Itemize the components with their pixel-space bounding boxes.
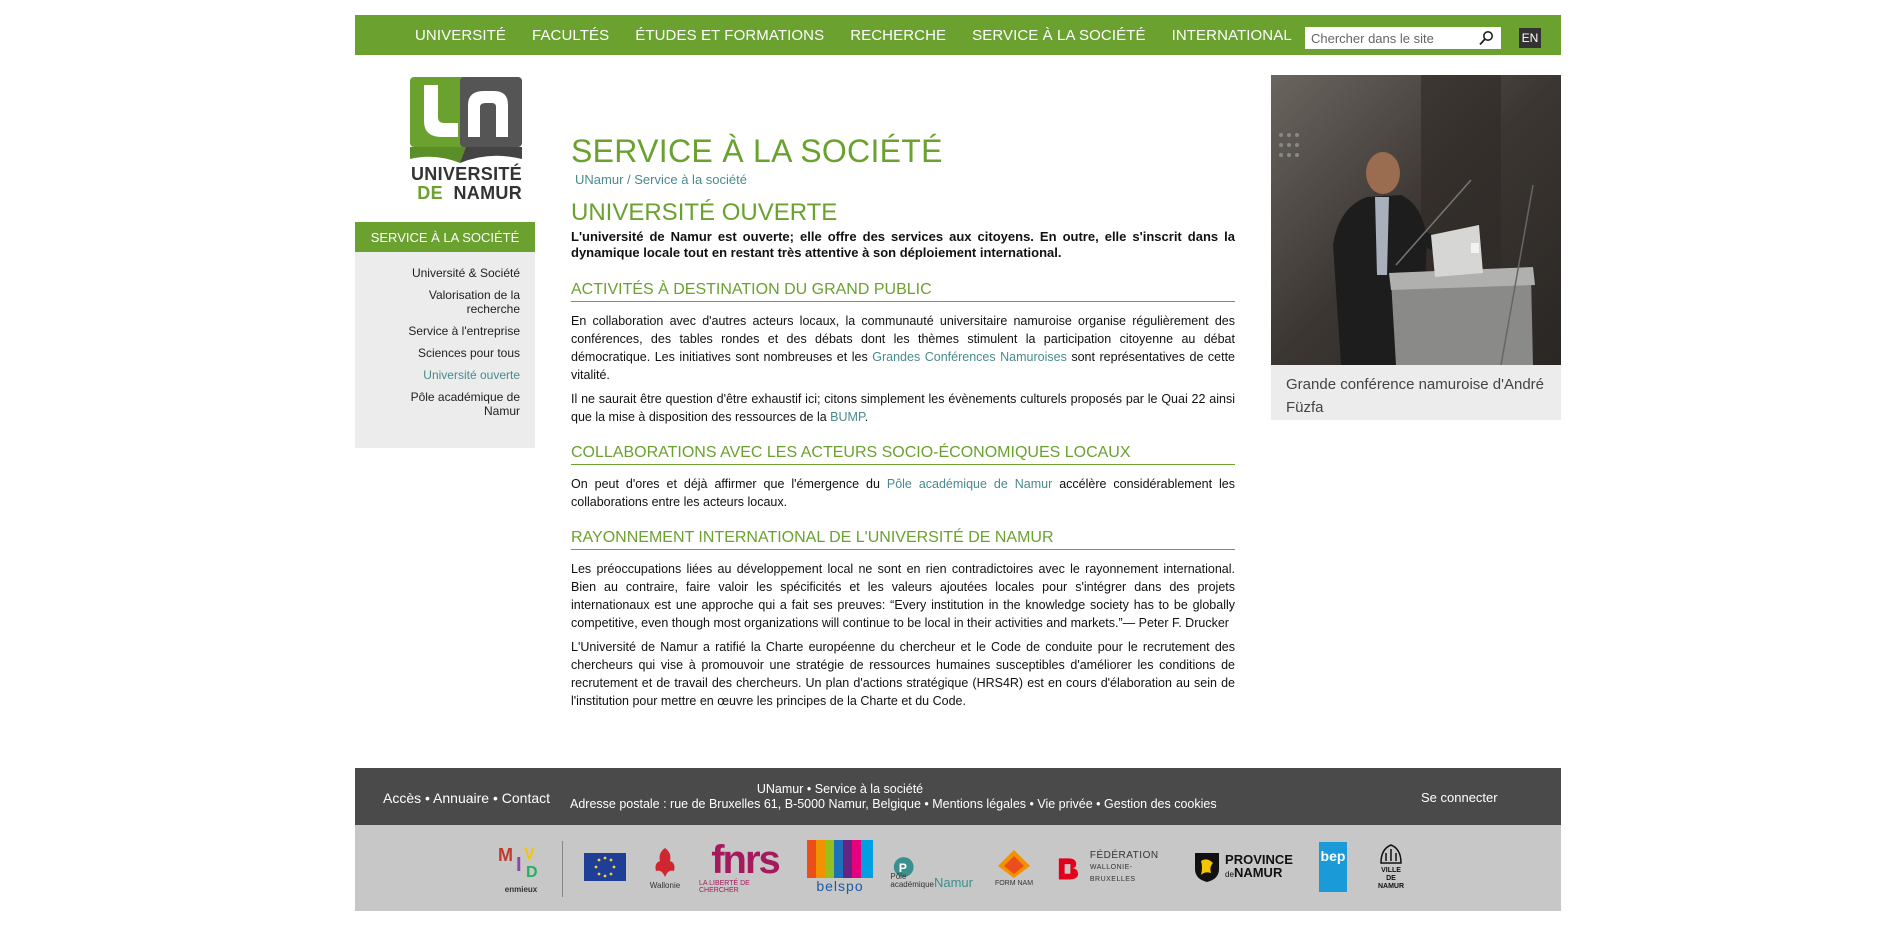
svg-text:V: V <box>524 846 535 863</box>
sidebar-title[interactable]: SERVICE À LA SOCIÉTÉ <box>355 222 535 252</box>
footer-links: Accès • Annuaire • Contact <box>383 790 550 806</box>
partner-enmieux-logo[interactable]: MIVD enmieux <box>493 837 549 897</box>
paragraph-grand-public-1: En collaboration avec d'autres acteurs l… <box>571 314 1236 382</box>
language-switch-button[interactable]: EN <box>1519 28 1541 48</box>
paragraph-rayonnement-1: Les préoccupations liées au développemen… <box>571 562 1235 630</box>
breadcrumb-current-link[interactable]: Service à la société <box>634 172 747 187</box>
partner-bep-logo[interactable]: bep <box>1318 837 1348 897</box>
partner-enmieux-label: enmieux <box>504 884 538 894</box>
partner-belspo-logo[interactable]: belspo <box>805 837 875 897</box>
footer-postal-address: Adresse postale : rue de Bruxelles 61, B… <box>570 797 1217 811</box>
footer-address: UNamur • Service à la société Adresse po… <box>570 782 1217 812</box>
page: UNIVERSITÉ FACULTÉS ÉTUDES ET FORMATIONS RE… <box>355 15 1561 911</box>
footer-link-annuaire[interactable]: Annuaire <box>433 790 489 806</box>
partner-bep-label: bep <box>1319 842 1347 892</box>
logo-wordmark: UNIVERSITÉ DE NAMUR <box>410 165 522 203</box>
ville-line2: NAMUR <box>1377 883 1405 890</box>
footer-bullet: • <box>421 790 434 806</box>
logo-line1: UNIVERSITÉ <box>410 164 522 184</box>
heading-grand-public: ACTIVITÉS À DESTINATION DU GRAND PUBLIC <box>571 281 1235 302</box>
province-de: de <box>1225 870 1234 879</box>
partner-wallonie-label: Wallonie <box>649 880 681 890</box>
search-icon[interactable] <box>1475 27 1497 49</box>
footer-site-name: UNamur • Service à la société <box>756 782 924 796</box>
heading-collaborations: COLLABORATIONS AVEC LES ACTEURS SOCIO-ÉC… <box>571 444 1235 465</box>
link-pole-academique[interactable]: Pôle académique de Namur <box>887 477 1052 491</box>
logo-namur: NAMUR <box>453 183 522 203</box>
logo-de: DE <box>417 183 443 203</box>
search-input[interactable] <box>1305 28 1475 48</box>
sidebar-item-5[interactable]: Pôle académique de Namur <box>355 390 535 418</box>
pole-line2: académique <box>890 880 934 889</box>
photo-caption: Grande conférence namuroise d'André Füzf… <box>1271 365 1561 420</box>
partner-eu-logo[interactable] <box>580 837 630 897</box>
heading-rayonnement: RAYONNEMENT INTERNATIONAL DE L'UNIVERSIT… <box>571 529 1235 550</box>
lead-paragraph: L'université de Namur est ouverte; elle … <box>571 229 1235 260</box>
partner-pole-label: Namur <box>933 874 973 890</box>
sidebar-item-4[interactable]: Université ouverte <box>355 368 535 382</box>
nav-item-1[interactable]: FACULTÉS <box>532 27 609 44</box>
top-nav: UNIVERSITÉ FACULTÉS ÉTUDES ET FORMATIONS RE… <box>355 15 1561 55</box>
svg-text:M: M <box>498 845 513 865</box>
main-content: SERVICE À LA SOCIÉTÉ UNamur / Service à … <box>571 133 1235 716</box>
paragraph-collaborations: On peut d'ores et déjà affirmer que l'ém… <box>571 477 1235 509</box>
federation-line2: WALLONIE-BRUXELLES <box>1089 863 1136 883</box>
partner-pole-academique-logo[interactable]: P Pôle académique Namur <box>890 837 973 897</box>
un-monogram <box>410 77 522 163</box>
partner-wallonie-logo[interactable]: Wallonie <box>647 837 683 897</box>
partner-ville-namur-logo[interactable]: VILLE DE NAMUR <box>1373 837 1409 897</box>
partners-bar: MIVD enmieux Wallonie fnrs LA LIBERTÉ DE… <box>355 825 1561 911</box>
svg-text:D: D <box>526 864 538 881</box>
login-link[interactable]: Se connecter <box>1421 790 1498 805</box>
ville-de: DE <box>1386 875 1396 882</box>
partner-formanam-label: FORM NAM <box>994 879 1034 887</box>
university-logo[interactable]: UNIVERSITÉ DE NAMUR <box>410 77 522 207</box>
sidebar-item-2[interactable]: Service à l'entreprise <box>355 324 535 338</box>
federation-line1: FÉDÉRATION <box>1089 849 1159 861</box>
partner-fnrs-logo[interactable]: fnrs LA LIBERTÉ DE CHERCHER <box>699 837 791 897</box>
footer-link-contact[interactable]: Contact <box>502 790 550 806</box>
link-grandes-conferences[interactable]: Grandes Conférences Namuroises <box>872 350 1067 364</box>
sidebar-item-0[interactable]: Université & Société <box>355 266 535 280</box>
nav-item-5[interactable]: INTERNATIONAL <box>1172 27 1292 44</box>
partner-province-namur-logo[interactable]: PROVINCE deNAMUR <box>1191 837 1295 897</box>
section-title: UNIVERSITÉ OUVERTE <box>571 199 838 226</box>
sidebar-menu: Université & Société Valorisation de la r… <box>355 252 535 448</box>
footer: Accès • Annuaire • Contact UNamur • Serv… <box>355 768 1561 825</box>
footer-bullet: • <box>489 790 502 806</box>
link-bump[interactable]: BUMP <box>830 410 865 424</box>
breadcrumb: UNamur / Service à la société <box>575 172 1235 187</box>
nav-list: UNIVERSITÉ FACULTÉS ÉTUDES ET FORMATIONS RE… <box>415 27 1318 44</box>
partner-belspo-label: belspo <box>816 878 864 894</box>
sidebar-item-3[interactable]: Sciences pour tous <box>355 346 535 360</box>
partner-fnrs-label: fnrs <box>711 838 781 882</box>
nav-item-2[interactable]: ÉTUDES ET FORMATIONS <box>635 27 824 44</box>
svg-text:I: I <box>516 854 522 876</box>
ville-line1: VILLE <box>1381 867 1401 874</box>
nav-item-4[interactable]: SERVICE À LA SOCIÉTÉ <box>972 27 1145 44</box>
footer-link-acces[interactable]: Accès <box>383 790 421 806</box>
paragraph-grand-public-2: Il ne saurait être question d'être exhau… <box>571 392 1235 424</box>
partner-federation-wb-logo[interactable]: FÉDÉRATION WALLONIE-BRUXELLES <box>1055 837 1175 897</box>
partner-formanam-logo[interactable]: FORM NAM <box>989 837 1039 897</box>
partner-fnrs-tagline: LA LIBERTÉ DE CHERCHER <box>699 880 750 894</box>
nav-item-0[interactable]: UNIVERSITÉ <box>415 27 506 44</box>
nav-item-3[interactable]: RECHERCHE <box>850 27 946 44</box>
breadcrumb-separator: / <box>623 172 635 187</box>
breadcrumb-home-link[interactable]: UNamur <box>575 172 623 187</box>
page-title: SERVICE À LA SOCIÉTÉ <box>571 133 943 169</box>
paragraph-rayonnement-2: L'Université de Namur a ratifié la Chart… <box>571 640 1235 708</box>
conference-photo <box>1271 75 1561 365</box>
province-line2: NAMUR <box>1233 865 1283 880</box>
partners-divider <box>562 841 563 897</box>
sidebar-item-1[interactable]: Valorisation de la recherche <box>355 288 535 316</box>
search-box <box>1305 27 1501 49</box>
